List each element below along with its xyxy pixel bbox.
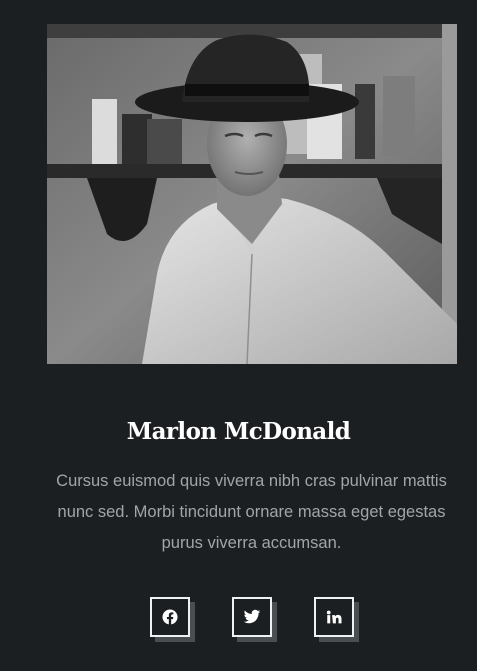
profile-photo bbox=[47, 24, 457, 364]
linkedin-link[interactable] bbox=[314, 597, 360, 643]
linkedin-link-box bbox=[314, 597, 354, 637]
twitter-icon bbox=[243, 609, 261, 624]
twitter-link[interactable] bbox=[232, 597, 278, 643]
member-name: Marlon McDonald bbox=[126, 418, 351, 445]
team-member-card: Marlon McDonald Cursus euismod quis vive… bbox=[0, 0, 477, 671]
facebook-link[interactable] bbox=[150, 597, 196, 643]
twitter-link-box bbox=[232, 597, 272, 637]
facebook-icon bbox=[162, 609, 178, 625]
profile-photo-illustration bbox=[47, 24, 457, 364]
linkedin-icon bbox=[326, 610, 342, 624]
social-links bbox=[0, 597, 477, 643]
member-bio: Cursus euismod quis viverra nibh cras pu… bbox=[56, 472, 447, 552]
facebook-link-box bbox=[150, 597, 190, 637]
